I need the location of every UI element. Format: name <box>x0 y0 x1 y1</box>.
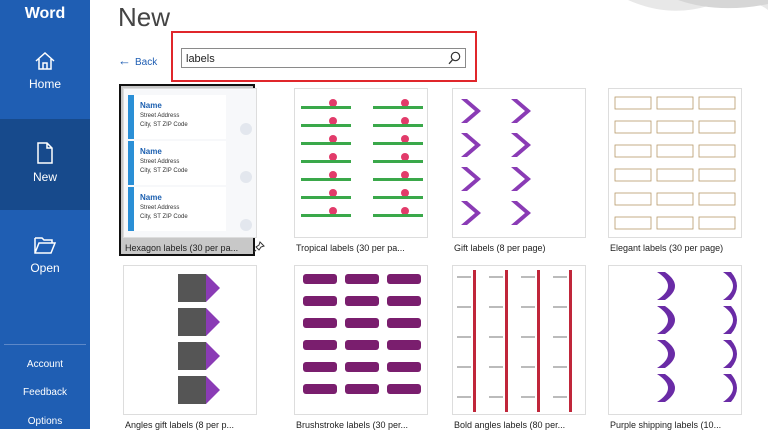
new-document-icon <box>37 142 53 164</box>
template-label: Elegant labels (30 per page) <box>610 243 724 253</box>
sidebar: Word Home New Open Account Feedback Opti… <box>0 0 90 429</box>
nav-open-label: Open <box>30 261 60 275</box>
angles-gift-pattern <box>178 274 220 404</box>
gift-chevron-pattern <box>461 99 531 225</box>
template-thumbnail <box>452 265 586 415</box>
back-button[interactable]: ← Back <box>118 53 157 68</box>
elegant-pattern <box>614 96 736 230</box>
app-title: Word <box>24 5 66 22</box>
nav-new-label: New <box>32 170 57 184</box>
template-thumbnail <box>452 88 586 238</box>
nav-feedback[interactable]: Feedback <box>0 387 90 398</box>
home-icon <box>35 51 55 70</box>
back-label: Back <box>135 57 158 68</box>
main-panel: New ← Back Name Street Address City, ST Z… <box>90 0 768 430</box>
nav-account[interactable]: Account <box>0 359 90 370</box>
template-thumbnail <box>123 265 257 415</box>
template-thumbnail <box>294 265 428 415</box>
decorative-pattern <box>628 0 768 11</box>
search-field[interactable] <box>181 48 466 68</box>
tropical-pattern <box>301 99 423 217</box>
nav-new[interactable]: New <box>0 119 90 210</box>
nav-options[interactable]: Options <box>0 416 90 427</box>
template-label: Tropical labels (30 per pa... <box>296 243 405 253</box>
search-highlight <box>171 31 477 82</box>
template-label: Gift labels (8 per page) <box>454 243 546 253</box>
page-title: New <box>118 2 171 32</box>
template-thumbnail <box>608 265 742 415</box>
nav-open[interactable]: Open <box>0 234 90 294</box>
purple-shipping-pattern <box>657 272 737 402</box>
pin-icon[interactable] <box>253 241 265 253</box>
template-label: Hexagon labels (30 per pa... <box>125 243 239 253</box>
template-thumbnail <box>294 88 428 238</box>
sidebar-divider <box>4 344 86 345</box>
template-thumbnail <box>608 88 742 238</box>
folder-open-icon <box>34 237 57 254</box>
search-icon[interactable] <box>448 51 461 65</box>
search-input[interactable] <box>186 51 436 66</box>
hexagon-pattern <box>240 123 252 231</box>
brushstroke-pattern <box>303 274 421 394</box>
nav-home-label: Home <box>28 77 61 91</box>
bold-angles-pattern <box>457 270 572 412</box>
nav-home[interactable]: Home <box>0 50 90 114</box>
template-thumbnail: Name Street Address City, ST ZIP Code Na… <box>123 88 257 238</box>
back-arrow-icon: ← <box>118 53 131 68</box>
